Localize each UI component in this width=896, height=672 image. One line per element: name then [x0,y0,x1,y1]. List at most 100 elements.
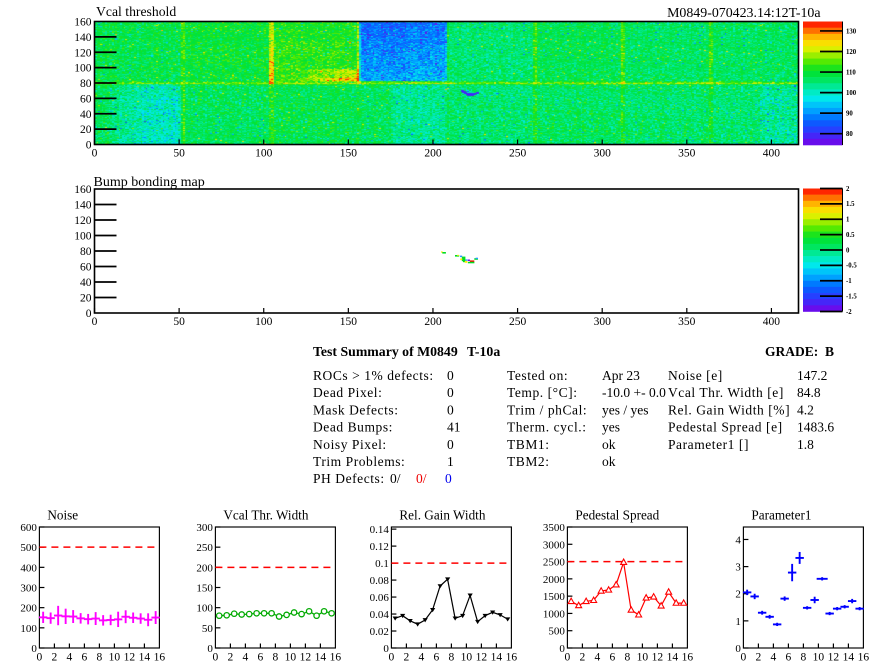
svg-text:16: 16 [154,652,166,664]
svg-text:Vcal Thr. Width: Vcal Thr. Width [223,508,308,523]
svg-text:4: 4 [735,534,741,546]
svg-text:-0.5: -0.5 [846,263,857,270]
svg-text:4: 4 [243,652,249,664]
svg-text:147.2: 147.2 [797,368,827,383]
svg-text:130: 130 [846,28,857,35]
svg-text:3000: 3000 [543,539,566,551]
svg-text:150: 150 [196,583,213,595]
svg-text:0.5: 0.5 [846,232,855,239]
svg-text:6: 6 [258,652,264,664]
svg-text:0.04: 0.04 [370,609,390,621]
svg-text:8: 8 [449,652,455,664]
svg-text:0: 0 [445,471,452,486]
svg-text:8: 8 [801,652,807,664]
svg-text:0: 0 [92,148,98,160]
svg-text:2: 2 [756,652,762,664]
svg-text:16: 16 [682,652,694,664]
svg-text:0: 0 [37,652,43,664]
svg-text:14: 14 [315,652,327,664]
svg-text:Noise [e]: Noise [e] [668,368,723,383]
svg-text:0: 0 [389,652,395,664]
svg-text:2000: 2000 [543,574,566,586]
svg-text:300: 300 [20,583,37,595]
svg-text:6: 6 [82,652,88,664]
svg-text:Dead Bumps:: Dead Bumps: [313,420,393,435]
svg-text:14: 14 [843,652,855,664]
svg-text:100: 100 [255,148,273,160]
svg-text:8: 8 [625,652,631,664]
svg-text:12: 12 [300,652,312,664]
svg-text:80: 80 [80,78,92,90]
svg-text:Pedestal Spread [e]: Pedestal Spread [e] [668,420,783,435]
svg-text:Therm. cycl.:: Therm. cycl.: [507,420,587,435]
svg-text:140: 140 [74,32,92,44]
svg-text:40: 40 [80,277,92,289]
svg-text:yes / yes: yes / yes [602,402,649,417]
svg-text:-2: -2 [846,309,852,316]
svg-text:200: 200 [424,316,442,328]
svg-text:250: 250 [196,542,213,554]
svg-text:3500: 3500 [543,522,566,534]
svg-text:14: 14 [491,652,503,664]
svg-text:500: 500 [548,626,565,638]
svg-text:1: 1 [846,217,850,224]
svg-text:1.8: 1.8 [797,437,814,452]
svg-text:Apr 23: Apr 23 [602,368,640,383]
svg-text:1500: 1500 [543,591,566,603]
svg-text:400: 400 [20,562,37,574]
svg-text:0.14: 0.14 [370,524,390,536]
svg-text:16: 16 [330,652,342,664]
svg-text:4: 4 [419,652,425,664]
svg-text:T-10a: T-10a [467,344,500,359]
svg-text:110: 110 [846,69,856,76]
svg-text:100: 100 [846,90,857,97]
svg-text:8: 8 [273,652,279,664]
svg-text:0: 0 [846,247,850,254]
svg-text:8: 8 [97,652,103,664]
svg-text:12: 12 [476,652,488,664]
svg-text:Parameter1 []: Parameter1 [] [668,437,749,452]
svg-text:350: 350 [678,148,696,160]
svg-text:200: 200 [20,603,37,615]
svg-text:Dead Pixel:: Dead Pixel: [313,385,382,400]
svg-text:Vcal Thr. Width [e]: Vcal Thr. Width [e] [668,385,784,400]
svg-text:100: 100 [20,623,37,635]
svg-text:0.1: 0.1 [375,558,389,570]
svg-text:350: 350 [678,316,696,328]
svg-text:90: 90 [846,110,853,117]
svg-text:2: 2 [52,652,58,664]
svg-text:80: 80 [80,246,92,258]
svg-text:4: 4 [595,652,601,664]
svg-text:Trim Problems:: Trim Problems: [313,454,405,469]
svg-text:Rel. Gain Width: Rel. Gain Width [399,508,485,523]
svg-text:4: 4 [771,652,777,664]
svg-text:0.12: 0.12 [370,541,389,553]
svg-text:0: 0 [447,402,454,417]
svg-text:10: 10 [637,652,649,664]
svg-text:100: 100 [255,316,273,328]
svg-text:120: 120 [74,215,92,227]
svg-text:1: 1 [735,616,741,628]
svg-text:100: 100 [74,63,92,75]
svg-text:160: 160 [74,17,92,29]
svg-text:M0849-070423.14:12T-10a: M0849-070423.14:12T-10a [667,6,820,21]
svg-text:84.8: 84.8 [797,385,821,400]
svg-text:400: 400 [763,148,781,160]
svg-text:140: 140 [74,200,92,212]
svg-text:600: 600 [20,522,37,534]
svg-text:0: 0 [741,652,747,664]
svg-text:2500: 2500 [543,557,566,569]
svg-text:Noisy Pixel:: Noisy Pixel: [313,437,387,452]
svg-text:0.06: 0.06 [370,592,390,604]
svg-text:2: 2 [580,652,586,664]
svg-text:100: 100 [196,603,213,615]
svg-text:300: 300 [196,522,213,534]
svg-text:200: 200 [196,562,213,574]
svg-text:Parameter1: Parameter1 [751,508,811,523]
svg-text:Trim / phCal:: Trim / phCal: [507,402,587,417]
svg-text:ok: ok [602,454,616,469]
svg-text:-1.5: -1.5 [846,293,857,300]
svg-text:Test Summary of M0849: Test Summary of M0849 [313,344,458,359]
svg-text:41: 41 [447,420,461,435]
svg-text:2: 2 [404,652,410,664]
